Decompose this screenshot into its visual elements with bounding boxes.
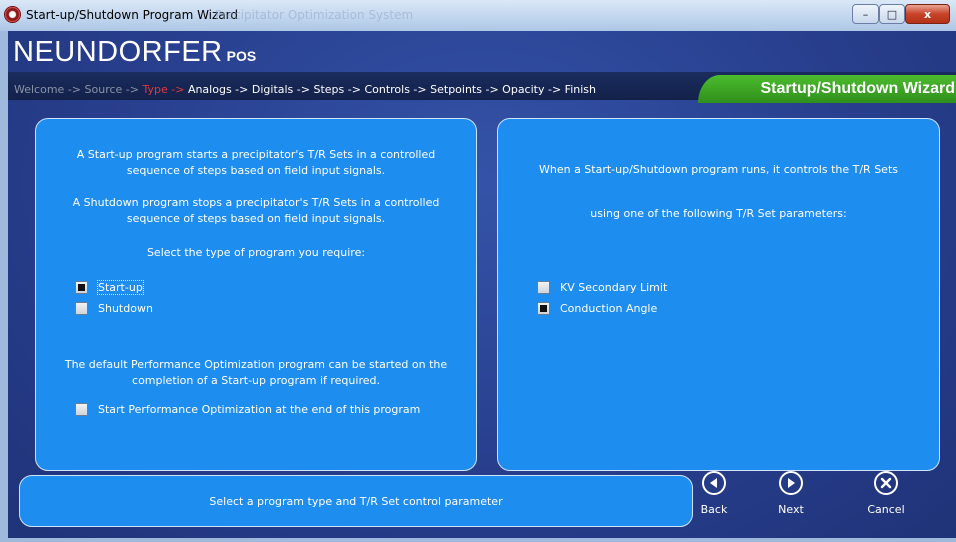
kv-secondary-limit-label[interactable]: KV Secondary Limit [560,281,667,294]
startup-description: A Start-up program starts a precipitator… [36,147,476,179]
breadcrumb-step-controls: Controls [364,83,410,96]
status-message: Select a program type and T/R Set contro… [209,494,503,508]
breadcrumb-step-type: Type [142,83,168,96]
kv-secondary-limit-checkbox[interactable] [537,281,550,294]
wizard-client-area: NEUNDORFER POS Welcome -> Source -> Type … [8,31,956,538]
next-button[interactable]: Next [759,471,823,533]
breadcrumb-step-digitals: Digitals [251,83,294,96]
option-conduction-angle[interactable]: Conduction Angle [537,302,657,315]
brand-logo: NEUNDORFER POS [13,36,256,69]
next-arrow-icon [779,471,803,495]
perf-opt-label[interactable]: Start Performance Optimization at the en… [98,403,420,416]
brand-suffix: POS [226,48,257,64]
breadcrumb-separator: -> [64,83,85,96]
breadcrumb-step-welcome: Welcome [14,83,65,96]
breadcrumb-separator: -> [293,83,314,96]
back-label: Back [700,503,728,516]
perf-opt-description: The default Performance Optimization pro… [36,357,476,389]
option-kv-secondary-limit[interactable]: KV Secondary Limit [537,281,667,294]
breadcrumb-separator: -> [481,83,503,96]
brand-name: NEUNDORFER [13,36,223,68]
app-icon [5,7,20,22]
startup-checkbox[interactable] [75,281,88,294]
startup-desc-line-1: A Start-up program starts a precipitator… [76,148,436,161]
breadcrumb-step-setpoints: Setpoints [430,83,482,96]
breadcrumb-step-steps: Steps [313,83,345,96]
shutdown-desc-line-2: sequence of steps based on field input s… [126,212,386,225]
shutdown-label[interactable]: Shutdown [98,302,153,315]
select-type-prompt: Select the type of program you require: [146,246,366,259]
shutdown-checkbox[interactable] [75,302,88,315]
check-mark-icon [540,305,547,312]
breadcrumb-step-source: Source [84,83,123,96]
breadcrumb-separator: -> [167,83,188,96]
breadcrumb: Welcome -> Source -> Type -> Analogs -> … [14,83,596,96]
option-shutdown[interactable]: Shutdown [75,302,153,315]
control-desc-line-1: When a Start-up/Shutdown program runs, i… [538,163,898,176]
breadcrumb-separator: -> [409,83,431,96]
back-arrow-icon [702,471,726,495]
minimize-button[interactable]: – [852,4,879,24]
control-desc-line-2: using one of the following T/R Set param… [590,207,847,220]
background-window-title: Precipitator Optimization System [215,8,414,22]
option-startup[interactable]: Start-up [75,280,144,295]
breadcrumb-step-analogs: Analogs [187,83,232,96]
breadcrumb-separator: -> [344,83,365,96]
title-bar[interactable]: Start-up/Shutdown Program Wizard Precipi… [0,0,956,31]
wizard-title: Startup/Shutdown Wizard [698,75,956,103]
control-parameter-panel: When a Start-up/Shutdown program runs, i… [497,118,940,471]
cancel-x-icon [874,471,898,495]
cancel-button[interactable]: Cancel [854,471,918,533]
option-start-perf-opt[interactable]: Start Performance Optimization at the en… [75,403,420,416]
back-button[interactable]: Back [682,471,746,533]
perf-desc-line-2: completion of a Start-up program if requ… [132,374,380,387]
breadcrumb-step-opacity: Opacity [502,83,545,96]
status-message-bar: Select a program type and T/R Set contro… [19,475,693,527]
program-type-panel: A Start-up program starts a precipitator… [35,118,477,471]
window-title: Start-up/Shutdown Program Wizard [26,8,239,22]
conduction-angle-label[interactable]: Conduction Angle [560,302,657,315]
check-mark-icon [78,284,85,291]
startup-label[interactable]: Start-up [97,280,144,295]
maximize-button[interactable]: □ [879,4,905,24]
conduction-angle-checkbox[interactable] [537,302,550,315]
next-label: Next [778,503,804,516]
breadcrumb-step-finish: Finish [564,83,596,96]
breadcrumb-separator: -> [544,83,565,96]
perf-opt-checkbox[interactable] [75,403,88,416]
app-window: Start-up/Shutdown Program Wizard Precipi… [0,0,956,542]
breadcrumb-separator: -> [231,83,252,96]
cancel-label: Cancel [867,503,905,516]
shutdown-description: A Shutdown program stops a precipitator'… [36,195,476,227]
breadcrumb-separator: -> [122,83,143,96]
shutdown-desc-line-1: A Shutdown program stops a precipitator'… [72,196,440,209]
close-button[interactable]: x [905,4,950,24]
startup-desc-line-2: sequence of steps based on field input s… [126,164,386,177]
perf-desc-line-1: The default Performance Optimization pro… [64,358,448,371]
